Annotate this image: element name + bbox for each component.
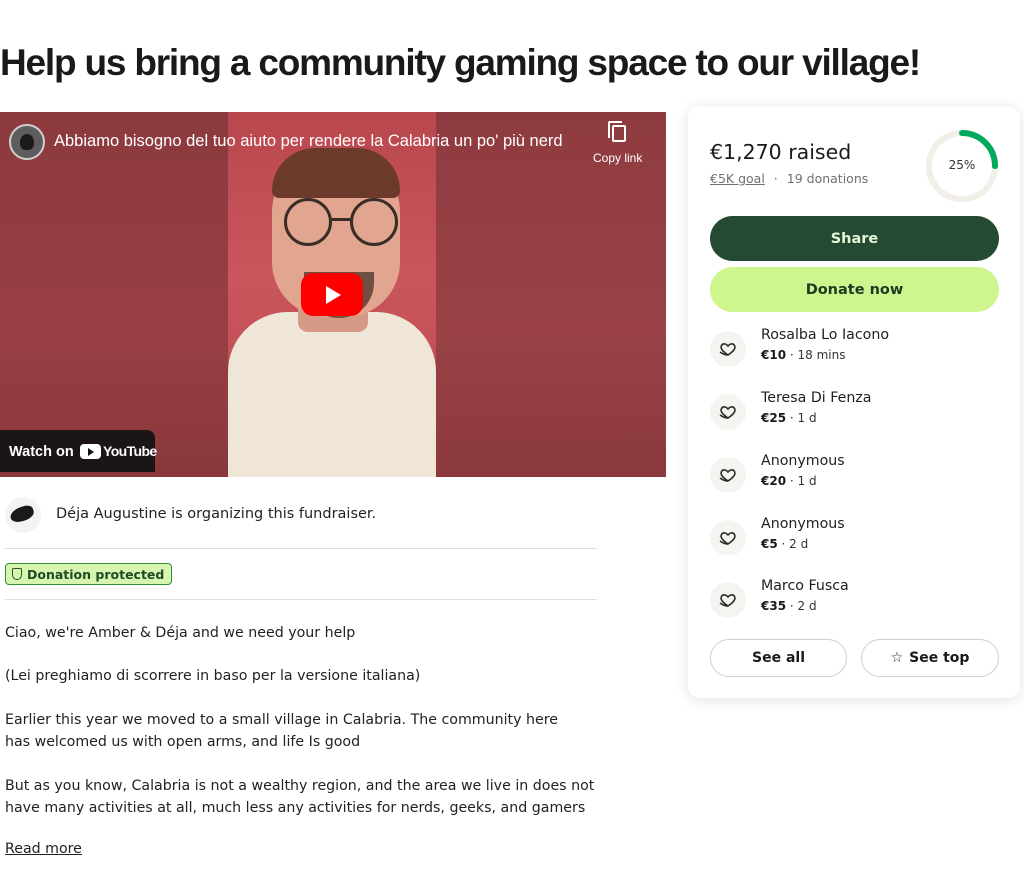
donor-row: Anonymous €20 · 1 d bbox=[710, 453, 1000, 497]
donor-amount: €5 bbox=[761, 537, 778, 551]
see-all-label: See all bbox=[752, 650, 805, 666]
page-title: Help us bring a community gaming space t… bbox=[0, 42, 921, 83]
donation-heart-icon bbox=[710, 520, 746, 556]
donor-row: Marco Fusca €35 · 2 d bbox=[710, 578, 1000, 622]
donor-name: Teresa Di Fenza bbox=[761, 390, 872, 406]
donor-meta: €35 · 2 d bbox=[761, 599, 817, 613]
donor-time: · 1 d bbox=[786, 474, 817, 488]
donor-amount: €20 bbox=[761, 474, 787, 488]
donor-name: Anonymous bbox=[761, 453, 845, 469]
youtube-logo-icon bbox=[80, 444, 101, 459]
donor-row: Teresa Di Fenza €25 · 1 d bbox=[710, 390, 1000, 434]
donor-amount: €25 bbox=[761, 411, 787, 425]
donor-meta: €5 · 2 d bbox=[761, 537, 808, 551]
copy-icon[interactable] bbox=[608, 121, 626, 142]
youtube-wordmark: YouTube bbox=[103, 443, 157, 459]
donor-name: Marco Fusca bbox=[761, 578, 849, 594]
story-paragraph: (Lei preghiamo di scorrere in baso per l… bbox=[5, 668, 421, 684]
story-paragraph: Earlier this year we moved to a small vi… bbox=[5, 712, 558, 750]
donor-amount: €35 bbox=[761, 599, 787, 613]
story-paragraph: Ciao, we're Amber & Déja and we need you… bbox=[5, 625, 356, 641]
play-button[interactable] bbox=[301, 273, 363, 316]
shield-icon bbox=[12, 568, 22, 580]
donor-meta: €25 · 1 d bbox=[761, 411, 817, 425]
organizer-avatar[interactable] bbox=[5, 497, 41, 533]
divider bbox=[5, 599, 597, 600]
goal-row: €5K goal · 19 donations bbox=[710, 171, 869, 186]
copy-link-label[interactable]: Copy link bbox=[593, 151, 642, 165]
donation-heart-icon bbox=[710, 394, 746, 430]
story-paragraph: But as you know, Calabria is not a wealt… bbox=[5, 778, 595, 816]
channel-avatar[interactable] bbox=[9, 124, 45, 160]
donation-count: 19 donations bbox=[786, 171, 869, 186]
donation-heart-icon bbox=[710, 331, 746, 367]
donor-time: · 18 mins bbox=[786, 348, 846, 362]
goal-link[interactable]: €5K goal bbox=[710, 171, 765, 186]
donation-heart-icon bbox=[710, 457, 746, 493]
divider bbox=[5, 548, 597, 549]
see-all-button[interactable]: See all bbox=[710, 639, 847, 677]
donor-row: Anonymous €5 · 2 d bbox=[710, 516, 1000, 560]
watch-on-label: Watch on bbox=[9, 444, 74, 460]
donation-protected-badge[interactable]: Donation protected bbox=[5, 563, 173, 585]
donor-name: Anonymous bbox=[761, 516, 845, 532]
see-top-button[interactable]: ☆ See top bbox=[861, 639, 999, 677]
donor-time: · 2 d bbox=[786, 599, 817, 613]
star-icon: ☆ bbox=[890, 650, 904, 666]
donate-now-button[interactable]: Donate now bbox=[710, 267, 999, 312]
donor-time: · 2 d bbox=[777, 537, 809, 551]
donor-meta: €20 · 1 d bbox=[761, 474, 817, 488]
donor-row: Rosalba Lo Iacono €10 · 18 mins bbox=[710, 327, 1000, 371]
donation-heart-icon bbox=[710, 582, 746, 618]
donor-time: · 1 d bbox=[786, 411, 817, 425]
badge-label: Donation protected bbox=[27, 566, 165, 582]
organizer-text: Déja Augustine is organizing this fundra… bbox=[56, 506, 377, 522]
share-button[interactable]: Share bbox=[710, 216, 999, 261]
donor-meta: €10 · 18 mins bbox=[761, 348, 845, 362]
video-title[interactable]: Abbiamo bisogno del tuo aiuto per render… bbox=[54, 132, 563, 151]
progress-percent: 25% bbox=[948, 158, 976, 172]
read-more-link[interactable]: Read more bbox=[5, 841, 82, 857]
see-top-label: See top bbox=[909, 650, 970, 666]
donor-amount: €10 bbox=[761, 348, 787, 362]
donor-name: Rosalba Lo Iacono bbox=[761, 327, 890, 343]
amount-raised: €1,270 raised bbox=[710, 140, 852, 164]
